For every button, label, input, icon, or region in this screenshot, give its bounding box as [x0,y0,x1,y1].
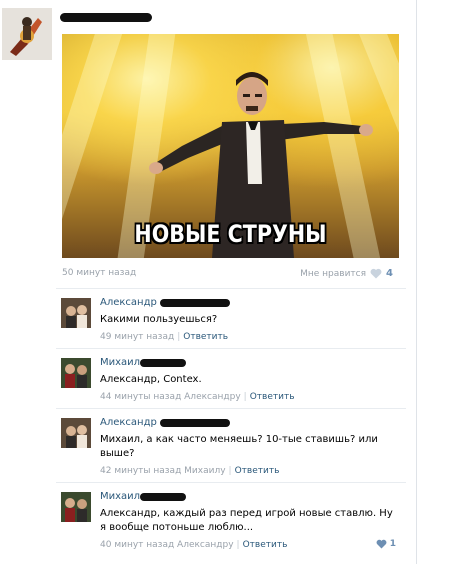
comment-author[interactable]: Александр [100,297,157,308]
reply-link[interactable]: Ответить [235,466,280,476]
comment-time[interactable]: 49 минут назад [100,332,174,342]
comment-meta: 40 минут назад Александру | Ответить [100,540,288,550]
commenter-avatar[interactable] [61,492,91,522]
guitar-avatar-image [2,8,52,60]
comment-author[interactable]: Михаил [100,357,140,368]
post-timestamp[interactable]: 50 минут назад [62,268,136,278]
commenter-avatar[interactable] [61,358,91,388]
comment-author[interactable]: Александр [100,417,157,428]
commenter-avatar-image [61,418,91,448]
like-label: Мне нравится [300,268,367,279]
commenter-avatar-image [61,492,91,522]
reply-link[interactable]: Ответить [250,392,295,402]
post-author-avatar[interactable] [2,8,52,60]
redacted-surname [160,299,230,307]
reply-link[interactable]: Ответить [183,332,228,342]
comment-text: Михаил, а как часто меняешь? 10-тые став… [100,434,378,459]
comment-like-button[interactable]: 1 [376,539,396,549]
redacted-author-name [60,13,152,22]
wall-post: НОВЫЕ СТРУНЫ 50 минут назад Мне нравится… [0,0,416,564]
comment-item: Александр Михаил, а как часто меняешь? 1… [56,408,406,481]
heart-icon [376,539,387,549]
redacted-surname [140,493,186,501]
comment-meta: 42 минуты назад Михаилу | Ответить [100,466,280,476]
comment-text: Какими пользуешься? [100,314,218,325]
comment-author[interactable]: Михаил [100,491,140,502]
comment-like-count: 1 [389,539,396,549]
comment-time[interactable]: 44 минуты назад Александру [100,392,241,402]
comment-meta: 49 минут назад | Ответить [100,332,229,342]
comment-item: Михаил Александр, Contex. 44 минуты наза… [56,348,406,407]
post-image[interactable]: НОВЫЕ СТРУНЫ [62,34,399,258]
commenter-avatar[interactable] [61,418,91,448]
commenter-avatar-image [61,358,91,388]
heart-icon [370,268,382,279]
comment-item: Александр Какими пользуешься? 49 минут н… [56,288,406,347]
comment-time[interactable]: 40 минут назад Александру [100,540,234,550]
like-count: 4 [386,268,393,279]
post-like-button[interactable]: Мне нравится 4 [300,268,393,279]
page-divider [416,0,417,564]
redacted-surname [160,419,230,427]
reply-link[interactable]: Ответить [243,540,288,550]
comment-time[interactable]: 42 минуты назад Михаилу [100,466,226,476]
redacted-surname [140,359,186,367]
comment-meta: 44 минуты назад Александру | Ответить [100,392,295,402]
post-footer: 50 минут назад Мне нравится 4 [62,268,399,284]
comment-text: Александр, Contex. [100,374,202,385]
commenter-avatar[interactable] [61,298,91,328]
comment-item: Михаил Александр, каждый раз перед игрой… [56,482,406,555]
commenter-avatar-image [61,298,91,328]
meme-caption: НОВЫЕ СТРУНЫ [134,220,327,248]
comment-text: Александр, каждый раз перед игрой новые … [100,508,393,533]
